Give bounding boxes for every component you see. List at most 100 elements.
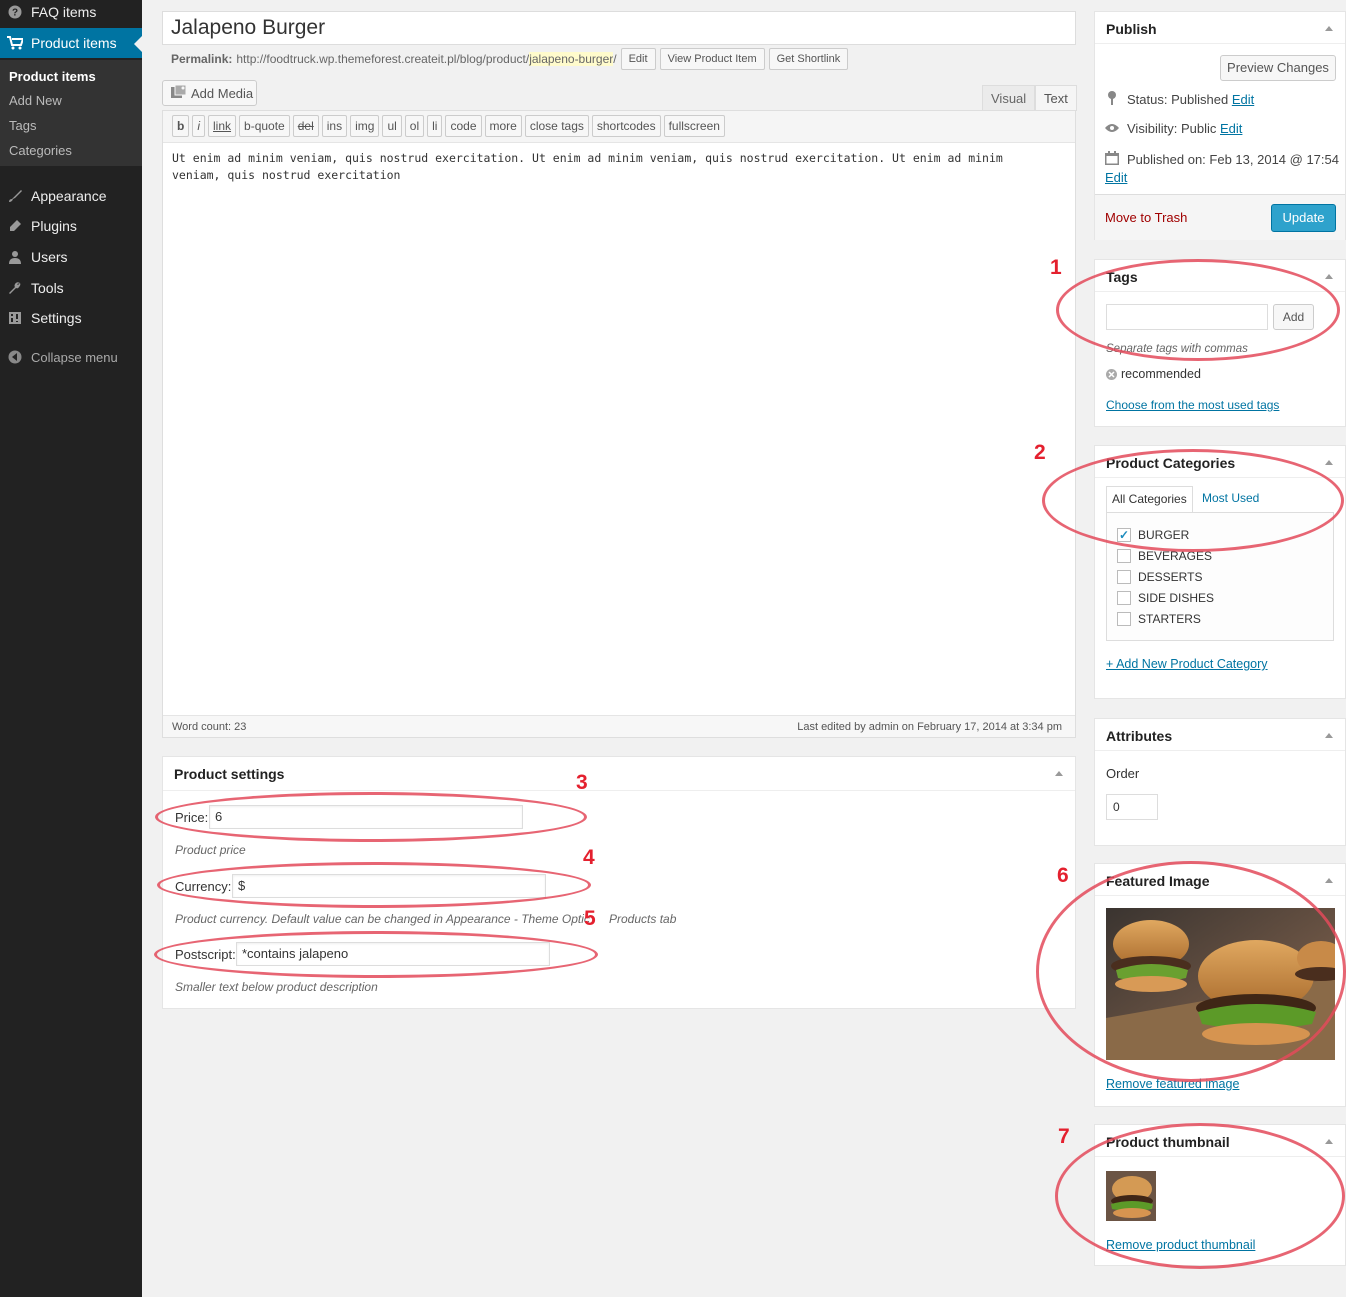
category-label: SIDE DISHES — [1138, 591, 1215, 605]
category-item-side-dishes[interactable]: SIDE DISHES — [1117, 591, 1214, 605]
currency-description-tail: Products tab — [609, 912, 677, 926]
edit-permalink-button[interactable]: Edit — [620, 48, 656, 70]
product-items-submenu: Product items Add New Tags Categories — [0, 60, 142, 166]
tab-most-used[interactable]: Most Used — [1202, 491, 1259, 505]
add-media-button[interactable]: Add Media — [162, 80, 257, 106]
menu-item-users[interactable]: Users — [0, 242, 142, 272]
menu-item-label: FAQ items — [31, 4, 97, 20]
view-product-button[interactable]: View Product Item — [659, 48, 765, 70]
qt-shortcodes-button[interactable]: shortcodes — [591, 115, 661, 137]
annotation-number-5: 5 — [584, 907, 596, 930]
get-shortlink-button[interactable]: Get Shortlink — [768, 48, 849, 70]
qt-bold-button[interactable]: b — [172, 115, 190, 137]
tab-visual[interactable]: Visual — [982, 85, 1036, 111]
update-button[interactable]: Update — [1271, 204, 1336, 232]
category-label: BURGER — [1138, 528, 1190, 542]
toggle-arrow-icon[interactable] — [1325, 26, 1333, 31]
qt-code-button[interactable]: code — [445, 115, 482, 137]
svg-text:?: ? — [12, 8, 18, 19]
checkbox[interactable] — [1117, 549, 1131, 563]
permalink-slug[interactable]: jalapeno-burger — [529, 52, 614, 66]
submenu-add-new[interactable]: Add New — [9, 93, 62, 108]
submenu-product-items[interactable]: Product items — [9, 69, 96, 84]
published-value: Feb 13, 2014 @ 17:54 — [1209, 152, 1339, 167]
new-tag-input[interactable] — [1106, 304, 1268, 330]
category-label: DESSERTS — [1138, 570, 1203, 584]
currency-input[interactable]: $ — [232, 874, 546, 898]
plugin-icon — [7, 218, 23, 234]
product-thumbnail-title: Product thumbnail — [1106, 1134, 1230, 1150]
menu-item-faq[interactable]: ? FAQ items — [0, 0, 142, 27]
post-title-input[interactable]: Jalapeno Burger — [162, 11, 1076, 45]
qt-del-button[interactable]: del — [292, 115, 319, 137]
currency-label: Currency: — [175, 879, 232, 894]
tags-title: Tags — [1106, 269, 1138, 285]
qt-bquote-button[interactable]: b-quote — [239, 115, 290, 137]
annotation-number-6: 6 — [1057, 864, 1069, 887]
qt-link-button[interactable]: link — [208, 115, 237, 137]
qt-li-button[interactable]: li — [427, 115, 443, 137]
add-tag-button[interactable]: Add — [1273, 304, 1314, 330]
move-to-trash-link[interactable]: Move to Trash — [1105, 210, 1187, 225]
menu-item-tools[interactable]: Tools — [0, 273, 142, 303]
category-item-beverages[interactable]: BEVERAGES — [1117, 549, 1212, 563]
category-item-burger[interactable]: ✓ BURGER — [1117, 528, 1189, 542]
status-value: Published — [1171, 92, 1229, 107]
preview-changes-button[interactable]: Preview Changes — [1220, 55, 1336, 81]
collapse-menu-button[interactable]: Collapse menu — [0, 342, 142, 372]
publish-title: Publish — [1106, 21, 1157, 37]
qt-ol-button[interactable]: ol — [404, 115, 425, 137]
product-thumbnail-preview[interactable] — [1106, 1171, 1156, 1221]
qt-close-tags-button[interactable]: close tags — [524, 115, 589, 137]
category-item-starters[interactable]: STARTERS — [1117, 612, 1201, 626]
attributes-box: Attributes Order 0 — [1094, 718, 1346, 846]
remove-featured-image-link[interactable]: Remove featured image — [1106, 1077, 1239, 1091]
order-input[interactable]: 0 — [1106, 794, 1158, 820]
edit-visibility-link[interactable]: Edit — [1220, 121, 1242, 136]
category-item-desserts[interactable]: DESSERTS — [1117, 570, 1202, 584]
tab-all-categories[interactable]: All Categories — [1106, 486, 1193, 512]
postscript-description: Smaller text below product description — [175, 980, 378, 994]
featured-image-preview[interactable] — [1106, 908, 1335, 1060]
menu-item-plugins[interactable]: Plugins — [0, 211, 142, 241]
toggle-arrow-icon[interactable] — [1325, 274, 1333, 279]
price-input[interactable]: 6 — [209, 805, 523, 829]
product-categories-box: Product Categories All Categories Most U… — [1094, 445, 1346, 699]
menu-item-product-items[interactable]: Product items — [0, 28, 142, 58]
checkbox[interactable] — [1117, 612, 1131, 626]
calendar-icon — [1105, 151, 1119, 168]
remove-tag-icon[interactable] — [1106, 368, 1117, 380]
last-edited: Last edited by admin on February 17, 201… — [797, 721, 1062, 733]
toggle-arrow-icon[interactable] — [1055, 771, 1063, 776]
add-new-category-link[interactable]: + Add New Product Category — [1106, 657, 1268, 671]
toggle-arrow-icon[interactable] — [1325, 733, 1333, 738]
postscript-input[interactable]: *contains jalapeno — [236, 942, 550, 966]
currency-description: Product currency. Default value can be c… — [175, 912, 590, 926]
toggle-arrow-icon[interactable] — [1325, 460, 1333, 465]
paintbrush-icon — [7, 188, 23, 204]
checkbox[interactable] — [1117, 570, 1131, 584]
qt-italic-button[interactable]: i — [192, 115, 206, 137]
price-description: Product price — [175, 843, 246, 857]
submenu-categories[interactable]: Categories — [9, 143, 72, 158]
checkbox-checked[interactable]: ✓ — [1117, 528, 1131, 542]
remove-product-thumbnail-link[interactable]: Remove product thumbnail — [1106, 1238, 1255, 1252]
tab-text[interactable]: Text — [1035, 85, 1077, 111]
choose-most-used-tags-link[interactable]: Choose from the most used tags — [1106, 398, 1279, 412]
category-label: BEVERAGES — [1138, 549, 1213, 563]
edit-status-link[interactable]: Edit — [1232, 92, 1254, 107]
qt-img-button[interactable]: img — [350, 115, 380, 137]
menu-item-appearance[interactable]: Appearance — [0, 181, 142, 211]
editor-textarea[interactable]: Ut enim ad minim veniam, quis nostrud ex… — [172, 150, 1052, 184]
qt-more-button[interactable]: more — [484, 115, 522, 137]
checkbox[interactable] — [1117, 591, 1131, 605]
qt-ul-button[interactable]: ul — [382, 115, 402, 137]
toggle-arrow-icon[interactable] — [1325, 878, 1333, 883]
menu-item-settings[interactable]: Settings — [0, 303, 142, 333]
qt-fullscreen-button[interactable]: fullscreen — [663, 115, 725, 137]
permalink-label: Permalink: — [171, 52, 233, 66]
edit-date-link[interactable]: Edit — [1105, 170, 1127, 185]
submenu-tags[interactable]: Tags — [9, 118, 36, 133]
toggle-arrow-icon[interactable] — [1325, 1139, 1333, 1144]
qt-ins-button[interactable]: ins — [321, 115, 348, 137]
